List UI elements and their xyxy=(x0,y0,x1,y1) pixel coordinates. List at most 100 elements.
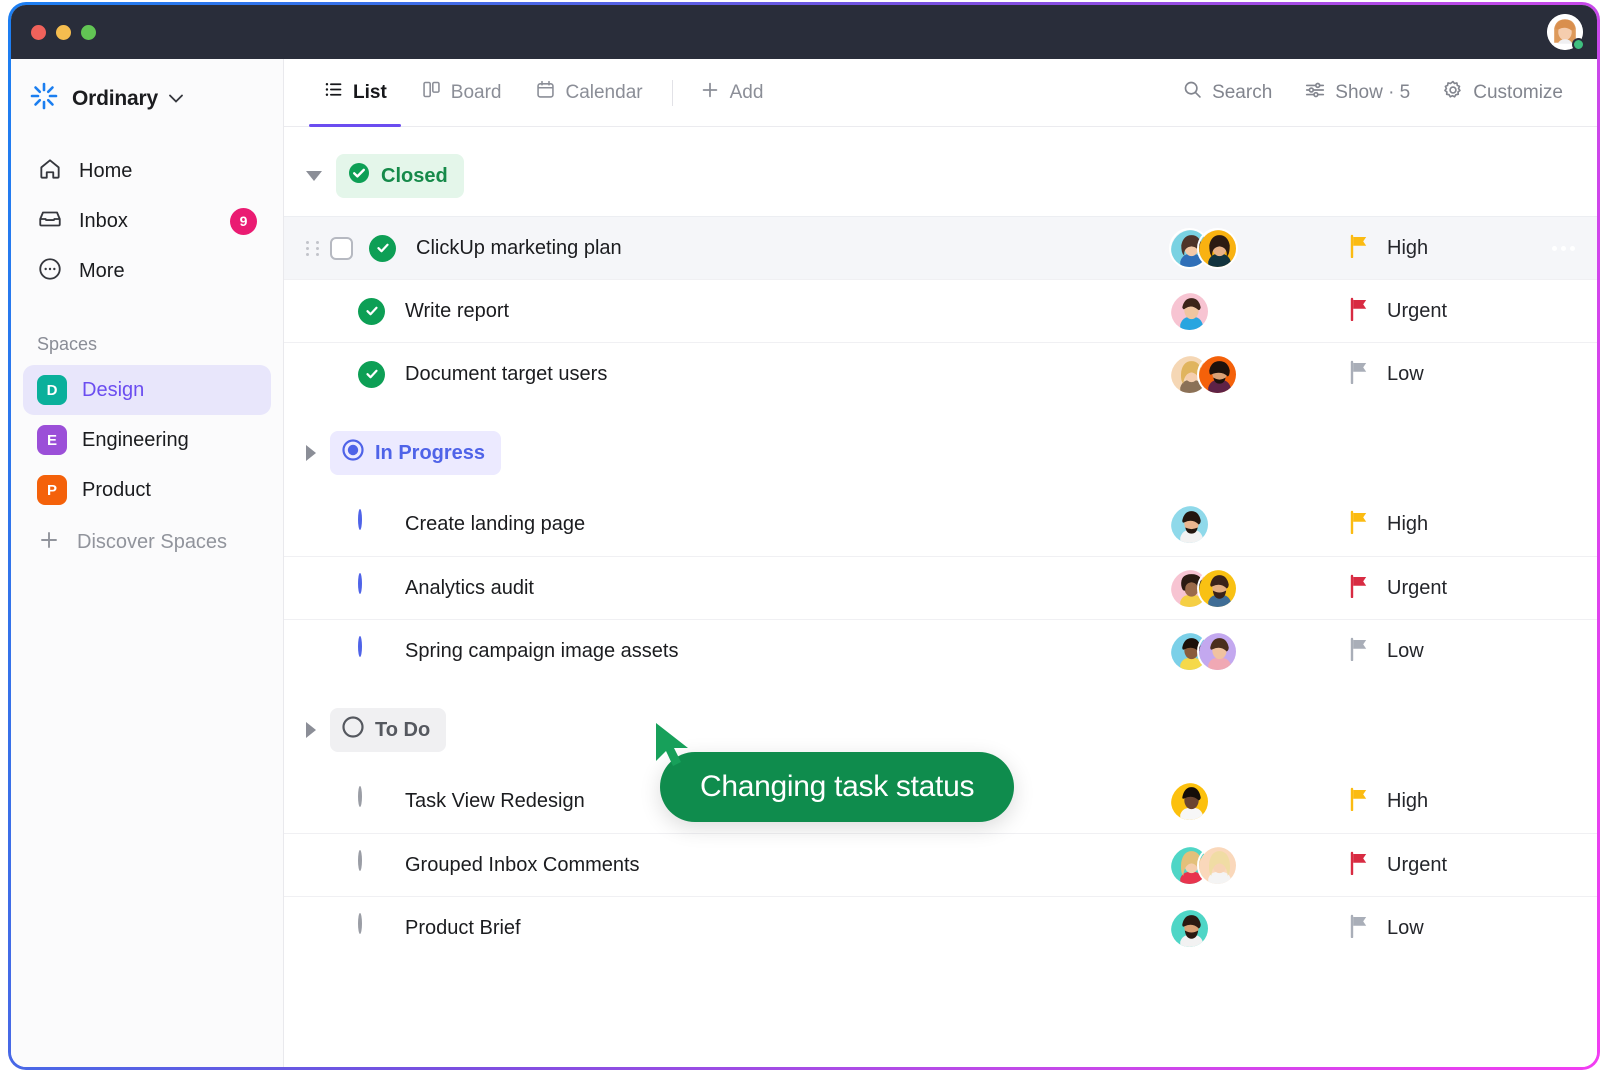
discover-spaces-label: Discover Spaces xyxy=(77,531,227,554)
table-row[interactable]: Document target users Low xyxy=(284,342,1597,405)
avatar[interactable] xyxy=(1169,504,1210,545)
avatar[interactable] xyxy=(1197,631,1238,672)
assignee-group[interactable] xyxy=(1169,845,1319,886)
task-status-icon[interactable] xyxy=(358,575,385,602)
avatar[interactable] xyxy=(1197,228,1238,269)
assignee-group[interactable] xyxy=(1169,781,1319,822)
tab-calendar[interactable]: Calendar xyxy=(518,59,659,126)
priority-cell[interactable]: High xyxy=(1349,787,1579,816)
sidebar-item-engineering[interactable]: E Engineering xyxy=(23,415,271,465)
status-badge-to-do[interactable]: To Do xyxy=(330,708,446,752)
task-name: Document target users xyxy=(405,363,1169,386)
task-name: ClickUp marketing plan xyxy=(416,237,1169,260)
space-initial-badge: P xyxy=(37,475,67,505)
chevron-down-icon xyxy=(169,91,183,106)
space-label: Product xyxy=(82,479,151,502)
task-status-icon[interactable] xyxy=(358,788,385,815)
group-header-in-progress[interactable]: In Progress xyxy=(284,405,1597,493)
assignee-group[interactable] xyxy=(1169,504,1319,545)
avatar[interactable] xyxy=(1169,291,1210,332)
drag-handle-icon[interactable] xyxy=(306,241,322,256)
table-row[interactable]: Spring campaign image assets Low xyxy=(284,619,1597,682)
priority-cell[interactable]: High xyxy=(1349,234,1579,263)
task-status-icon[interactable] xyxy=(358,638,385,665)
table-row[interactable]: Grouped Inbox Comments Urgent xyxy=(284,833,1597,896)
table-row[interactable]: Analytics audit Urgent xyxy=(284,556,1597,619)
task-status-icon[interactable] xyxy=(358,915,385,942)
avatar[interactable] xyxy=(1197,354,1238,395)
tab-list[interactable]: List xyxy=(306,59,404,126)
sidebar-item-home[interactable]: Home xyxy=(23,146,271,196)
task-status-icon[interactable] xyxy=(358,852,385,879)
customize-button[interactable]: Customize xyxy=(1430,73,1575,113)
show-label: Show · 5 xyxy=(1335,82,1410,104)
priority-cell[interactable]: Urgent xyxy=(1349,297,1579,326)
add-view-button[interactable]: Add xyxy=(685,79,778,107)
priority-cell[interactable]: Urgent xyxy=(1349,574,1579,603)
table-row[interactable]: Write report Urgent xyxy=(284,279,1597,342)
assignee-group[interactable] xyxy=(1169,568,1319,609)
flag-icon xyxy=(1349,574,1371,603)
show-button[interactable]: Show · 5 xyxy=(1292,73,1422,113)
chevron-right-icon[interactable] xyxy=(306,722,316,738)
spaces-list: D Design E Engineering P Product xyxy=(11,365,283,515)
priority-cell[interactable]: Low xyxy=(1349,360,1579,389)
chevron-down-icon[interactable] xyxy=(306,171,322,181)
workspace-switcher[interactable]: Ordinary xyxy=(11,73,283,124)
priority-cell[interactable]: Low xyxy=(1349,914,1579,943)
group-header-closed[interactable]: Closed xyxy=(284,128,1597,216)
gear-icon xyxy=(1442,79,1464,107)
sidebar-item-product[interactable]: P Product xyxy=(23,465,271,515)
row-ellipsis-icon[interactable] xyxy=(1552,246,1575,251)
priority-cell[interactable]: Low xyxy=(1349,637,1579,666)
task-status-icon[interactable] xyxy=(358,511,385,538)
ellipsis-circle-icon xyxy=(37,256,63,287)
minimize-window-button[interactable] xyxy=(56,25,71,40)
priority-label: Urgent xyxy=(1387,854,1447,877)
avatar[interactable] xyxy=(1169,908,1210,949)
add-view-label: Add xyxy=(730,82,764,104)
discover-spaces-button[interactable]: Discover Spaces xyxy=(11,517,283,567)
assignee-group[interactable] xyxy=(1169,354,1319,395)
main-content: List Board xyxy=(284,59,1597,1067)
table-row[interactable]: Create landing page High xyxy=(284,493,1597,556)
sidebar-item-label: More xyxy=(79,260,125,283)
tab-board[interactable]: Board xyxy=(404,59,519,126)
search-label: Search xyxy=(1212,82,1272,104)
row-checkbox[interactable] xyxy=(330,237,353,260)
task-name: Write report xyxy=(405,300,1169,323)
avatar[interactable] xyxy=(1169,781,1210,822)
table-row[interactable]: ClickUp marketing plan High xyxy=(284,216,1597,279)
close-window-button[interactable] xyxy=(31,25,46,40)
user-avatar[interactable] xyxy=(1547,14,1583,50)
priority-cell[interactable]: Urgent xyxy=(1349,851,1579,880)
list-icon xyxy=(323,79,344,106)
maximize-window-button[interactable] xyxy=(81,25,96,40)
group-label: In Progress xyxy=(375,442,485,465)
assignee-group[interactable] xyxy=(1169,908,1319,949)
assignee-group[interactable] xyxy=(1169,228,1319,269)
status-badge-in-progress[interactable]: In Progress xyxy=(330,431,501,475)
avatar[interactable] xyxy=(1197,845,1238,886)
task-status-icon[interactable] xyxy=(358,361,385,388)
tab-label: Board xyxy=(451,82,502,104)
chevron-right-icon[interactable] xyxy=(306,445,316,461)
task-status-icon[interactable] xyxy=(358,298,385,325)
avatar[interactable] xyxy=(1197,568,1238,609)
assignee-group[interactable] xyxy=(1169,631,1319,672)
priority-cell[interactable]: High xyxy=(1349,510,1579,539)
priority-label: Low xyxy=(1387,640,1424,663)
sidebar-item-inbox[interactable]: Inbox 9 xyxy=(23,196,271,246)
plus-icon xyxy=(699,79,721,107)
task-status-icon[interactable] xyxy=(369,235,396,262)
sidebar-item-more[interactable]: More xyxy=(23,246,271,296)
task-name: Product Brief xyxy=(405,917,1169,940)
assignee-group[interactable] xyxy=(1169,291,1319,332)
sidebar-item-design[interactable]: D Design xyxy=(23,365,271,415)
view-toolbar: List Board xyxy=(284,59,1597,127)
home-icon xyxy=(37,156,63,187)
tab-label: List xyxy=(353,82,387,104)
table-row[interactable]: Product Brief Low xyxy=(284,896,1597,959)
status-badge-closed[interactable]: Closed xyxy=(336,154,464,198)
search-button[interactable]: Search xyxy=(1170,73,1284,112)
